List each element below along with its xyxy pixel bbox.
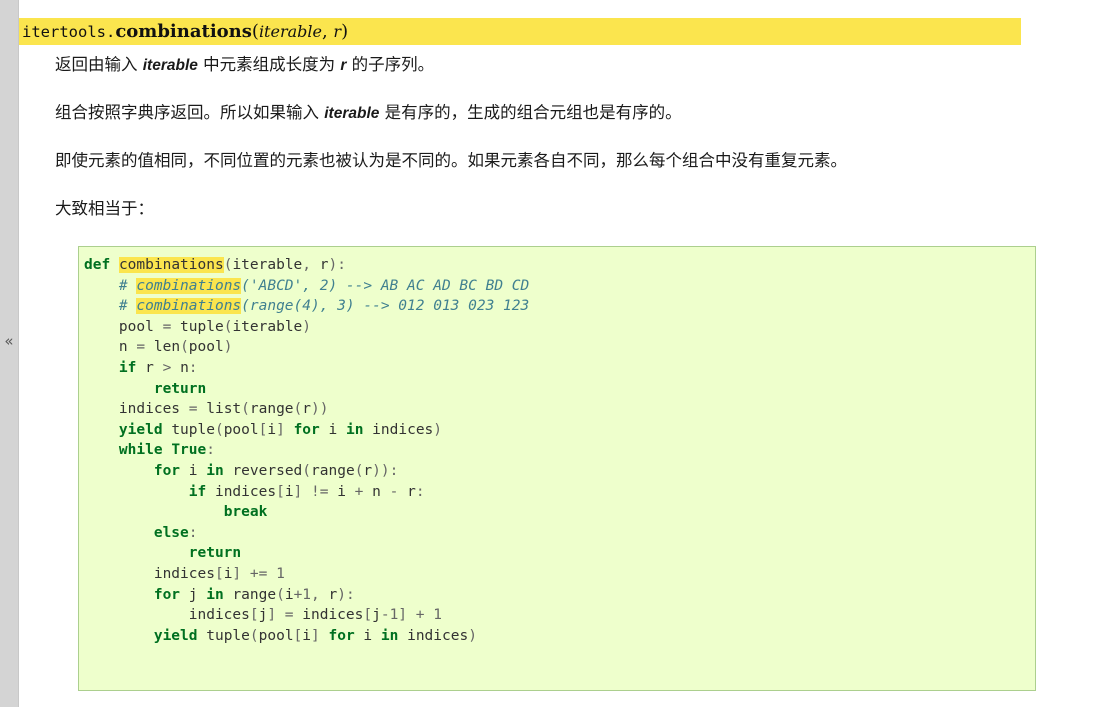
code-listing: def combinations(iterable, r): # combina… (84, 257, 530, 644)
sidebar-collapse-icon[interactable]: « (0, 332, 18, 350)
para2-text-1: 组合按照字典序返回。所以如果输入 (55, 103, 325, 122)
function-signature-text: itertools.combinations(iterable, r) (19, 21, 349, 42)
para2-text-2: 是有序的，生成的组合元组也是有序的。 (379, 103, 682, 122)
para1-text-3: 的子序列。 (346, 55, 435, 74)
signature-close-paren: ) (341, 21, 349, 42)
signature-param-r: r (333, 22, 342, 41)
para1-emphasis-iterable: iterable (142, 57, 198, 74)
para2-emphasis-iterable: iterable (324, 105, 380, 122)
signature-param-iterable: iterable (258, 22, 322, 41)
sidebar-strip: « (0, 0, 19, 707)
signature-module-prefix: itertools. (22, 23, 116, 41)
function-signature: itertools.combinations(iterable, r) (19, 18, 1021, 45)
description-paragraph-3: 即使元素的值相同，不同位置的元素也被认为是不同的。如果元素各自不同，那么每个组合… (55, 151, 847, 170)
para1-text-2: 中元素组成长度为 (197, 55, 341, 74)
description-paragraph-4: 大致相当于： (55, 199, 154, 218)
description-paragraph-2: 组合按照字典序返回。所以如果输入 iterable 是有序的，生成的组合元组也是… (55, 101, 682, 126)
code-block: def combinations(iterable, r): # combina… (78, 246, 1036, 691)
signature-function-name: combinations (115, 21, 252, 42)
para1-text-1: 返回由输入 (55, 55, 143, 74)
signature-open-paren: ( (251, 21, 259, 42)
signature-param-separator: , (321, 21, 334, 42)
description-paragraph-1: 返回由输入 iterable 中元素组成长度为 r 的子序列。 (55, 53, 434, 78)
